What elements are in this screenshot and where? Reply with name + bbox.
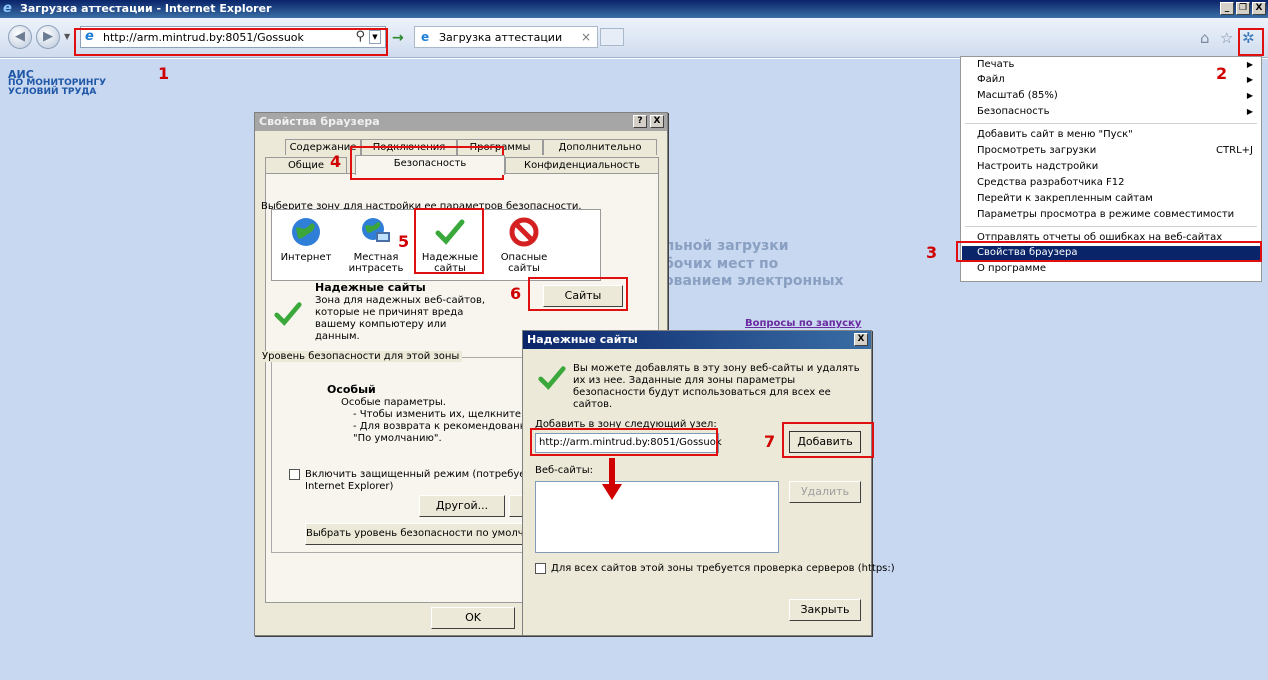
step-marker-3: 3: [926, 243, 938, 262]
menu-item-print[interactable]: Печать: [977, 59, 1014, 70]
step-marker-6: 6: [510, 284, 522, 303]
tab-label: Загрузка аттестации: [439, 31, 563, 44]
trusted-info-text: Вы можете добавлять в эту зону веб-сайты…: [573, 363, 860, 410]
protected-mode-checkbox[interactable]: [289, 469, 300, 480]
checkmark-icon: [274, 302, 302, 326]
tab-close-icon[interactable]: ×: [581, 30, 591, 44]
trusted-close-icon[interactable]: X: [854, 333, 868, 346]
menu-item-add-to-start[interactable]: Добавить сайт в меню "Пуск": [977, 129, 1133, 140]
tab-advanced[interactable]: Дополнительно: [543, 139, 657, 155]
menu-item-about[interactable]: О программе: [977, 263, 1046, 274]
window-title: Загрузка аттестации - Internet Explorer: [20, 2, 272, 15]
zone-intranet[interactable]: Местная интрасеть: [346, 216, 406, 274]
home-icon[interactable]: ⌂: [1200, 29, 1210, 47]
back-button[interactable]: ◀: [8, 25, 32, 49]
downloads-shortcut: CTRL+J: [1216, 145, 1253, 156]
dialog-close-button[interactable]: X: [650, 115, 664, 128]
highlight-trusted-zone: [414, 208, 484, 274]
globe-icon: [292, 218, 320, 246]
highlight-url-field: [530, 428, 718, 456]
menu-item-security[interactable]: Безопасность: [977, 106, 1050, 117]
forward-button[interactable]: ▶: [36, 25, 60, 49]
tab-security[interactable]: Безопасность: [355, 155, 505, 175]
menu-item-zoom[interactable]: Масштаб (85%): [977, 90, 1058, 101]
favorites-star-icon[interactable]: ☆: [1220, 29, 1233, 47]
page-heading-fragment: бочих мест по: [664, 256, 779, 272]
window-close-button[interactable]: X: [1252, 2, 1266, 15]
help-button[interactable]: ?: [633, 115, 647, 128]
tab-privacy[interactable]: Конфиденциальность: [505, 157, 659, 173]
submenu-arrow-icon: ▶: [1246, 60, 1253, 69]
step-marker-4: 4: [330, 152, 342, 171]
websites-list[interactable]: [535, 481, 779, 553]
menu-separator: [965, 226, 1257, 227]
submenu-arrow-icon: ▶: [1246, 91, 1253, 100]
step-marker-5: 5: [398, 232, 410, 251]
dialog-title: Свойства браузера: [255, 113, 667, 131]
history-dropdown-icon[interactable]: ▼: [64, 32, 70, 41]
menu-item-pinned-sites[interactable]: Перейти к закрепленным сайтам: [977, 193, 1153, 204]
other-level-button[interactable]: Другой...: [419, 495, 505, 517]
zone-restricted[interactable]: Опасные сайты: [494, 216, 554, 274]
highlight-internet-options: [956, 241, 1262, 262]
page-heading-fragment: льной загрузки: [664, 238, 789, 254]
protected-mode-label: Включить защищенный режим (потребуется п…: [305, 469, 553, 492]
menu-separator: [965, 123, 1257, 124]
go-arrow-icon[interactable]: →: [392, 30, 404, 46]
step-marker-1: 1: [158, 64, 170, 83]
submenu-arrow-icon: ▶: [1246, 75, 1253, 84]
highlight-add-button: [782, 422, 874, 458]
step-marker-7: 7: [764, 432, 776, 451]
down-arrow-icon: [602, 458, 622, 500]
menu-item-addons[interactable]: Настроить надстройки: [977, 161, 1098, 172]
zone-description: Зона для надежных веб-сайтов, которые не…: [315, 295, 486, 342]
menu-item-downloads[interactable]: Просмотреть загрузки: [977, 145, 1096, 156]
new-tab-button[interactable]: [600, 28, 624, 46]
zone-heading: Надежные сайты: [315, 281, 426, 294]
site-brand: АИС ПО МОНИТОРИНГУ УСЛОВИЙ ТРУДА: [8, 68, 107, 97]
submenu-arrow-icon: ▶: [1246, 107, 1253, 116]
trusted-sites-dialog: Надежные сайты X Вы можете добавлять в э…: [522, 330, 895, 636]
highlight-gear: [1238, 28, 1264, 56]
checkmark-icon: [538, 366, 566, 390]
https-label: Для всех сайтов этой зоны требуется пров…: [551, 563, 895, 574]
intranet-icon: [362, 218, 390, 242]
remove-button[interactable]: Удалить: [789, 481, 861, 503]
questions-link[interactable]: Вопросы по запуску: [745, 318, 861, 329]
https-checkbox[interactable]: [535, 563, 546, 574]
menu-item-file[interactable]: Файл: [977, 74, 1005, 85]
default-level-button[interactable]: Выбрать уровень безопасности по умолчан: [305, 523, 535, 545]
websites-label: Веб-сайты:: [535, 465, 594, 476]
restricted-icon: [509, 217, 539, 247]
ok-button[interactable]: OK: [431, 607, 515, 629]
maximize-button[interactable]: ❐: [1236, 2, 1250, 15]
ie-logo-icon: e: [3, 1, 12, 16]
security-level-label: Уровень безопасности для этой зоны: [259, 351, 463, 362]
page-heading-fragment: ованием электронных: [664, 273, 844, 289]
minimize-button[interactable]: _: [1220, 2, 1234, 15]
highlight-sites-button: [528, 277, 628, 311]
window-titlebar: e Загрузка аттестации - Internet Explore…: [0, 0, 1268, 18]
level-title: Особый: [327, 383, 376, 396]
tab-favicon-icon: e: [421, 30, 430, 44]
menu-item-compat-view[interactable]: Параметры просмотра в режиме совместимос…: [977, 209, 1234, 220]
close-button[interactable]: Закрыть: [789, 599, 861, 621]
dialog-title: Надежные сайты: [523, 331, 871, 349]
zone-internet[interactable]: Интернет: [276, 216, 336, 263]
highlight-address-bar: [74, 28, 388, 56]
step-marker-2: 2: [1216, 64, 1228, 83]
browser-tab[interactable]: e Загрузка аттестации ×: [414, 26, 598, 48]
menu-item-dev-tools[interactable]: Средства разработчика F12: [977, 177, 1125, 188]
